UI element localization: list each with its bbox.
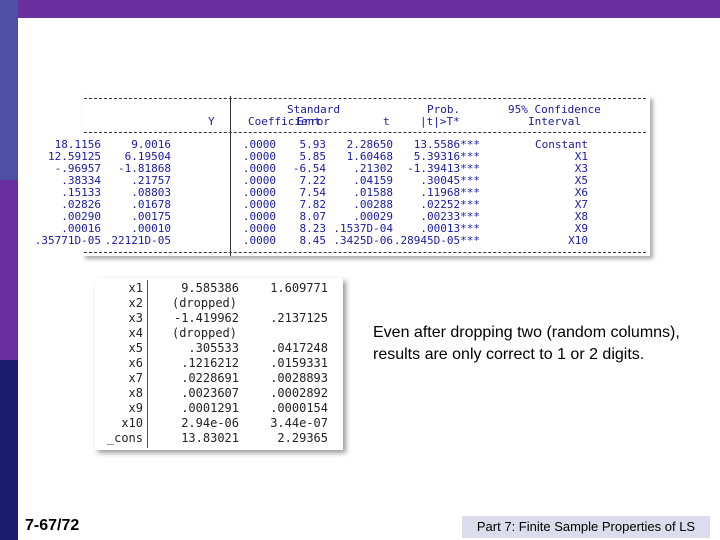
cell-coef: .0228691 [181,371,239,385]
table-row: x7 .0228691 .0028893 [95,371,343,386]
dashed-rule [84,98,646,99]
table-row: x2 (dropped) [95,296,343,311]
cell-var: x3 [128,311,143,325]
cell-se: 3.44e-07 [270,416,328,430]
slide-number: 7-67/72 [25,517,80,534]
table-row: x8 .0023607 .0002892 [95,386,343,401]
cell-lo: .22121D-05 [104,234,171,247]
cell-se: 1.609771 [270,281,328,295]
table-row: x5 .305533 .0417248 [95,341,343,356]
table-row: x4 (dropped) [95,326,343,341]
regression-output-full: Y Coefficient Standard Error t Prob. |t|… [35,96,650,256]
table-row: X10 .28945D-05*** .3425D-06 8.45 .0000 .22121… [35,234,650,247]
cell-var: _cons [106,431,143,445]
cell-var: x8 [128,386,143,400]
dashed-rule [84,252,646,253]
cell-coef: .0023607 [181,386,239,400]
cell-se: 2.29365 [277,431,328,445]
header-t: t [383,115,390,128]
cell-se: .0159331 [270,356,328,370]
cell-coef: 9.585386 [181,281,239,295]
cell-var: x5 [128,341,143,355]
cell-se: .0002892 [270,386,328,400]
table-row: x10 2.94e-06 3.44e-07 [95,416,343,431]
table-row: x6 .1216212 .0159331 [95,356,343,371]
cell-var: X10 [568,234,588,247]
regression-output-dropped: x1 9.585386 1.609771 x2 (dropped) x3 -1.419962… [95,278,343,450]
cell-var: x7 [128,371,143,385]
cell-coef: 13.83021 [181,431,239,445]
cell-coef: (dropped) [171,326,237,340]
cell-se: .0028893 [270,371,328,385]
cell-se: .0000154 [270,401,328,415]
left-band-segment [0,0,18,180]
table-row: _cons 13.83021 2.29365 [95,431,343,446]
header-y: Y [208,115,215,128]
dashed-rule [84,132,646,133]
cell-var: x4 [128,326,143,340]
left-band-segment [0,180,18,360]
footer-title: Part 7: Finite Sample Properties of LS [462,516,710,538]
cell-var: x2 [128,296,143,310]
top-band [0,0,720,18]
left-band-segment [0,360,18,540]
cell-hi: .35771D-05 [34,234,101,247]
cell-coef: .28945D-05*** [393,234,480,247]
cell-coef: .305533 [188,341,239,355]
table-row: x9 .0001291 .0000154 [95,401,343,416]
table-row: x1 9.585386 1.609771 [95,281,343,296]
cell-coef: .0001291 [181,401,239,415]
cell-se: .3425D-06 [333,234,393,247]
left-band [0,0,18,540]
cell-p: .0000 [242,234,276,247]
cell-coef: .1216212 [181,356,239,370]
cell-se: .2137125 [270,311,328,325]
header-prob-bottom: |t|>T* [420,115,460,128]
cell-var: x10 [121,416,143,430]
cell-var: x9 [128,401,143,415]
table-row: x3 -1.419962 .2137125 [95,311,343,326]
cell-t: 8.45 [299,234,327,247]
header-std-error-bottom: Error [296,115,330,128]
cell-var: x6 [128,356,143,370]
cell-coef: -1.419962 [173,311,239,325]
cell-se: .0417248 [270,341,328,355]
cell-var: x1 [128,281,143,295]
header-ci-bottom: Interval [528,115,581,128]
explanatory-note: Even after dropping two (random columns)… [373,324,680,363]
cell-coef: (dropped) [171,296,237,310]
cell-coef: 2.94e-06 [181,416,239,430]
